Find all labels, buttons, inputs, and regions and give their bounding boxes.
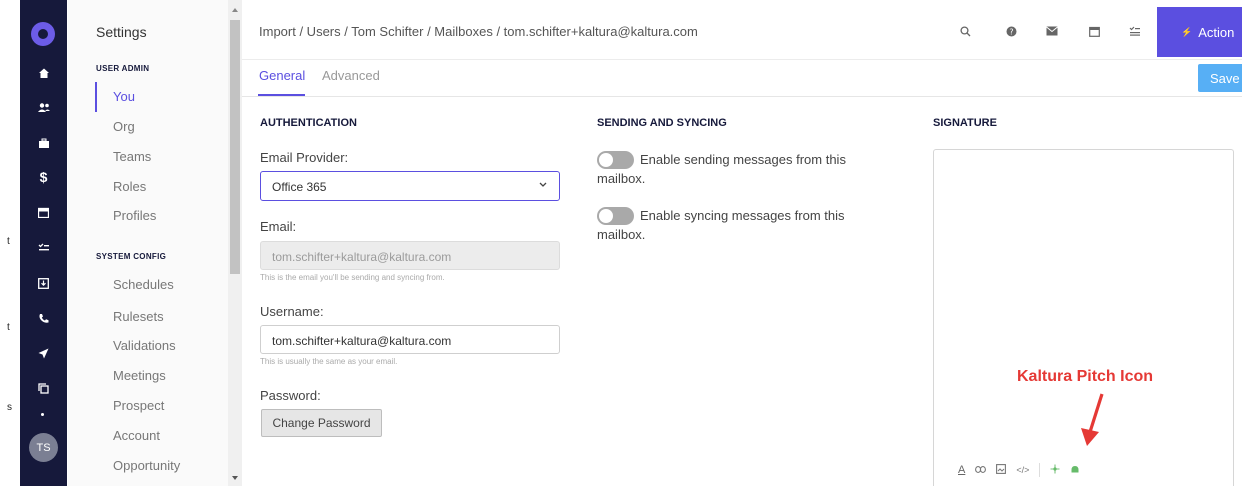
- authentication-title: AUTHENTICATION: [260, 117, 357, 129]
- change-password-button[interactable]: Change Password: [261, 409, 382, 437]
- signature-toolbar: A </>: [958, 461, 1080, 479]
- username-helper-text: This is usually the same as your email.: [260, 357, 398, 366]
- image-icon[interactable]: [996, 463, 1007, 477]
- svg-text:?: ?: [1009, 27, 1013, 36]
- phone-icon[interactable]: [20, 305, 67, 331]
- search-icon[interactable]: [956, 22, 974, 40]
- section-system-config: SYSTEM CONFIG: [96, 252, 167, 261]
- syncing-toggle-label: Enable syncing messages from this mailbo…: [597, 208, 845, 242]
- tab-advanced[interactable]: Advanced: [322, 68, 380, 83]
- active-indicator: [95, 82, 97, 112]
- sidebar-item-meetings[interactable]: Meetings: [113, 368, 166, 383]
- logo-icon[interactable]: [31, 22, 55, 46]
- tasks-icon[interactable]: [1126, 22, 1144, 40]
- sidebar-title: Settings: [96, 24, 147, 40]
- sidebar-item-prospect[interactable]: Prospect: [113, 398, 164, 413]
- mail-icon[interactable]: [1043, 22, 1061, 40]
- tasks-icon[interactable]: [20, 235, 67, 261]
- sending-syncing-title: SENDING AND SYNCING: [597, 117, 727, 129]
- email-field[interactable]: tom.schifter+kaltura@kaltura.com: [260, 241, 560, 270]
- email-provider-value: Office 365: [272, 180, 327, 194]
- annotation-label: Kaltura Pitch Icon: [1017, 368, 1154, 385]
- home-icon[interactable]: [20, 60, 67, 86]
- annotation-arrow-icon: [1081, 393, 1104, 446]
- toolbar-divider: [1039, 463, 1041, 477]
- email-label: Email:: [260, 219, 297, 234]
- sidebar-item-schedules[interactable]: Schedules: [113, 277, 174, 292]
- android-icon[interactable]: [1070, 464, 1080, 477]
- scrollbar-thumb[interactable]: [230, 20, 240, 274]
- edge-fragment: t: [7, 322, 10, 333]
- breadcrumb[interactable]: Import / Users / Tom Schifter / Mailboxe…: [259, 24, 698, 39]
- sidebar-item-account[interactable]: Account: [113, 428, 160, 443]
- sidebar-item-org[interactable]: Org: [113, 119, 135, 134]
- email-helper-text: This is the email you'll be sending and …: [260, 273, 445, 282]
- chevron-down-icon: [539, 180, 547, 191]
- help-icon[interactable]: ?: [1002, 22, 1020, 40]
- tab-bar: General Advanced Save: [242, 60, 1242, 97]
- sidebar-item-you[interactable]: You: [113, 89, 135, 104]
- sidebar-item-rulesets[interactable]: Rulesets: [113, 309, 164, 324]
- save-button[interactable]: Save: [1198, 64, 1242, 92]
- sidebar-item-teams[interactable]: Teams: [113, 149, 151, 164]
- sidebar-item-validations[interactable]: Validations: [113, 338, 176, 353]
- username-label: Username:: [260, 304, 324, 319]
- copy-icon[interactable]: [20, 375, 67, 401]
- send-icon[interactable]: [20, 340, 67, 366]
- email-provider-label: Email Provider:: [260, 150, 349, 165]
- app-window: t t s $ TS Settings USER ADMIN You Org T…: [0, 0, 1242, 486]
- password-label: Password:: [260, 388, 321, 403]
- email-provider-select[interactable]: Office 365: [260, 171, 560, 201]
- actions-label: Action: [1198, 24, 1235, 40]
- sidebar-item-opportunity[interactable]: Opportunity: [113, 458, 180, 473]
- avatar[interactable]: TS: [29, 433, 58, 462]
- text-color-icon[interactable]: A: [958, 464, 965, 476]
- edge-fragment: s: [7, 402, 12, 413]
- dollar-icon[interactable]: $: [20, 164, 67, 190]
- sidebar-item-roles[interactable]: Roles: [113, 179, 146, 194]
- more-indicator: [41, 413, 44, 416]
- scroll-up-icon[interactable]: [232, 8, 238, 12]
- sidebar-item-profiles[interactable]: Profiles: [113, 208, 156, 223]
- edge-fragment: t: [7, 236, 10, 247]
- people-icon[interactable]: [20, 95, 67, 121]
- calendar-icon[interactable]: [20, 199, 67, 225]
- section-user-admin: USER ADMIN: [96, 64, 150, 73]
- lightning-icon: ⚡: [1181, 26, 1193, 37]
- calendar-icon[interactable]: [1085, 22, 1103, 40]
- kaltura-pitch-icon[interactable]: [1050, 464, 1060, 477]
- code-icon[interactable]: </>: [1016, 465, 1029, 475]
- tab-underline: [258, 94, 305, 96]
- tab-general[interactable]: General: [259, 68, 305, 83]
- link-icon[interactable]: [975, 464, 987, 476]
- username-field[interactable]: tom.schifter+kaltura@kaltura.com: [260, 325, 560, 354]
- icon-rail: t t s $ TS: [0, 0, 68, 486]
- briefcase-icon[interactable]: [20, 130, 67, 156]
- scroll-down-icon[interactable]: [232, 476, 238, 480]
- actions-button[interactable]: ⚡ Action: [1157, 7, 1242, 57]
- sending-toggle-label: Enable sending messages from this mailbo…: [597, 152, 846, 186]
- import-icon[interactable]: [20, 270, 67, 296]
- top-bar: Import / Users / Tom Schifter / Mailboxe…: [242, 0, 1242, 60]
- signature-title: SIGNATURE: [933, 117, 997, 129]
- settings-sidebar: Settings USER ADMIN You Org Teams Roles …: [68, 0, 228, 486]
